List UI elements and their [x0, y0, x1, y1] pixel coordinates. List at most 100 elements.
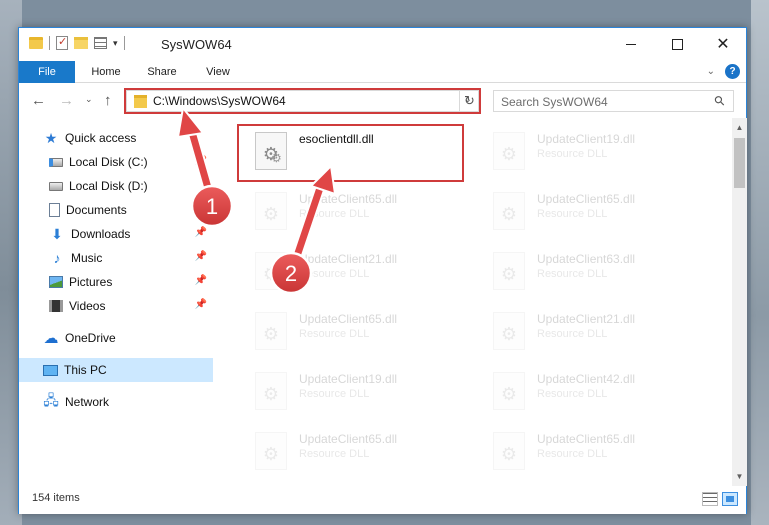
search-icon[interactable]: ⚲: [711, 92, 729, 110]
search-input[interactable]: Search SysWOW64 ⚲: [493, 90, 734, 112]
file-name: UpdateClient65.dll: [537, 192, 636, 206]
file-item[interactable]: ⚙ UpdateClient63.dll Resource DLL: [481, 244, 711, 304]
scroll-down-arrow-icon[interactable]: ▼: [732, 469, 747, 484]
large-icons-view-icon[interactable]: [722, 492, 738, 506]
nav-item-label: Local Disk (C:): [69, 155, 148, 169]
dll-file-icon: ⚙: [255, 312, 287, 350]
pin-icon: 📌: [194, 275, 207, 286]
address-highlight-box: [124, 88, 481, 114]
scrollbar-thumb[interactable]: [734, 138, 745, 188]
view-toggle: [702, 492, 738, 506]
nav-item-onedrive[interactable]: ☁ OneDrive: [19, 326, 213, 350]
gear-icon: ⚙: [262, 264, 280, 284]
file-type: Resource DLL: [537, 268, 608, 280]
gear-icon: ⚙: [262, 444, 280, 464]
dll-file-icon: ⚙: [493, 192, 525, 230]
gear-icon: ⚙: [500, 264, 518, 284]
tab-view[interactable]: View: [195, 61, 241, 83]
close-button[interactable]: ✕: [700, 28, 746, 60]
nav-item-label: OneDrive: [65, 331, 116, 345]
nav-item-documents[interactable]: Documents 📌: [19, 198, 213, 222]
nav-item-music[interactable]: ♪ Music 📌: [19, 246, 213, 270]
desktop-background-right: [751, 0, 769, 525]
file-item[interactable]: ⚙ UpdateClient65.dll Resource DLL: [481, 184, 711, 244]
up-arrow-icon[interactable]: ↑: [104, 92, 112, 109]
nav-item-pictures[interactable]: Pictures 📌: [19, 270, 213, 294]
file-item[interactable]: ⚙ UpdateClient21.dll Resource DLL: [243, 244, 473, 304]
nav-item-label: Network: [65, 395, 110, 409]
file-type: Resource DLL: [299, 448, 370, 460]
nav-item-label: Videos: [69, 299, 106, 313]
help-icon[interactable]: ?: [725, 64, 740, 79]
nav-item-local-disk-d[interactable]: Local Disk (D:): [19, 174, 213, 198]
gear-icon: ⚙: [500, 384, 518, 404]
documents-icon: [49, 203, 60, 217]
nav-item-quick-access[interactable]: ★ Quick access: [19, 126, 213, 150]
file-item[interactable]: ⚙ UpdateClient21.dll Resource DLL: [481, 304, 711, 364]
minimize-button[interactable]: [608, 28, 654, 60]
gear-icon: ⚙: [262, 204, 280, 224]
file-type: Resource DLL: [537, 328, 608, 340]
window-title: SysWOW64: [161, 37, 232, 52]
scroll-up-arrow-icon[interactable]: ▲: [732, 120, 747, 135]
navigation-bar: ← → ⌄ ↑ C:\Windows\SysWOW64 ⌄ ↻ Search S…: [19, 84, 746, 118]
file-type: Resource DLL: [537, 448, 608, 460]
network-icon: 🖧: [43, 392, 59, 408]
nav-item-label: This PC: [64, 363, 107, 377]
back-arrow-icon[interactable]: ←: [31, 92, 46, 109]
music-icon: ♪: [53, 250, 61, 266]
cloud-icon: ☁: [43, 330, 59, 347]
file-type: Resource DLL: [537, 388, 608, 400]
gear-icon: ⚙: [262, 384, 280, 404]
gear-icon: ⚙: [500, 144, 518, 164]
maximize-button[interactable]: [654, 28, 700, 60]
nav-item-videos[interactable]: Videos 📌: [19, 294, 213, 318]
search-placeholder: Search SysWOW64: [501, 95, 608, 109]
tab-share[interactable]: Share: [139, 61, 185, 83]
expand-ribbon-chevron-icon[interactable]: ⌄: [707, 66, 715, 77]
tab-home[interactable]: Home: [83, 61, 129, 83]
properties-icon[interactable]: [56, 35, 68, 50]
ribbon-right-controls: ⌄ ?: [707, 64, 740, 79]
file-item[interactable]: ⚙ UpdateClient19.dll Resource DLL: [243, 364, 473, 424]
nav-item-network[interactable]: 🖧 Network: [19, 390, 213, 414]
dll-file-icon: ⚙: [493, 432, 525, 470]
dll-file-icon: ⚙: [255, 252, 287, 290]
details-view-icon[interactable]: [702, 492, 718, 506]
quick-access-toolbar: ▾: [29, 35, 125, 50]
star-icon: ★: [44, 129, 58, 146]
file-item[interactable]: ⚙ UpdateClient65.dll Resource DLL: [243, 304, 473, 364]
file-name: UpdateClient63.dll: [537, 252, 636, 266]
file-item[interactable]: ⚙ UpdateClient65.dll Resource DLL: [481, 424, 711, 484]
file-name: UpdateClient65.dll: [299, 312, 398, 326]
nav-item-label: Downloads: [71, 227, 131, 241]
nav-item-local-disk-c[interactable]: Local Disk (C:) 📌: [19, 150, 213, 174]
toolbar-separator: [49, 36, 50, 50]
file-item[interactable]: ⚙ UpdateClient42.dll Resource DLL: [481, 364, 711, 424]
pin-icon: 📌: [194, 299, 207, 310]
window-controls: ✕: [608, 28, 746, 60]
file-item[interactable]: ⚙ UpdateClient65.dll Resource DLL: [243, 424, 473, 484]
dll-file-icon: ⚙: [493, 372, 525, 410]
nav-item-downloads[interactable]: ⬇ Downloads 📌: [19, 222, 213, 246]
customize-toolbar-chevron-icon[interactable]: ▾: [113, 38, 118, 49]
drive-icon: [49, 181, 63, 191]
view-icon[interactable]: [94, 37, 107, 49]
ribbon-tabs: File Home Share View ⌄ ?: [19, 61, 746, 83]
vertical-scrollbar[interactable]: ▲ ▼: [732, 118, 747, 486]
file-item[interactable]: ⚙ UpdateClient65.dll Resource DLL: [243, 184, 473, 244]
file-type: Resource DLL: [299, 328, 370, 340]
status-bar: 154 items: [19, 487, 746, 514]
new-folder-icon[interactable]: [74, 37, 88, 49]
gear-icon: ⚙: [500, 324, 518, 344]
file-name: UpdateClient65.dll: [537, 432, 636, 446]
forward-arrow-icon[interactable]: →: [59, 92, 74, 109]
file-item[interactable]: ⚙ UpdateClient19.dll Resource DLL: [481, 124, 711, 184]
recent-locations-chevron-icon[interactable]: ⌄: [85, 94, 93, 105]
nav-item-label: Music: [71, 251, 103, 265]
folder-icon: [29, 37, 43, 49]
tab-file[interactable]: File: [19, 61, 75, 83]
pin-icon: 📌: [194, 227, 207, 238]
file-explorer-window: ▾ SysWOW64 ✕ File Home Share View ⌄ ? ← …: [18, 27, 747, 514]
nav-item-this-pc[interactable]: This PC: [19, 358, 213, 382]
